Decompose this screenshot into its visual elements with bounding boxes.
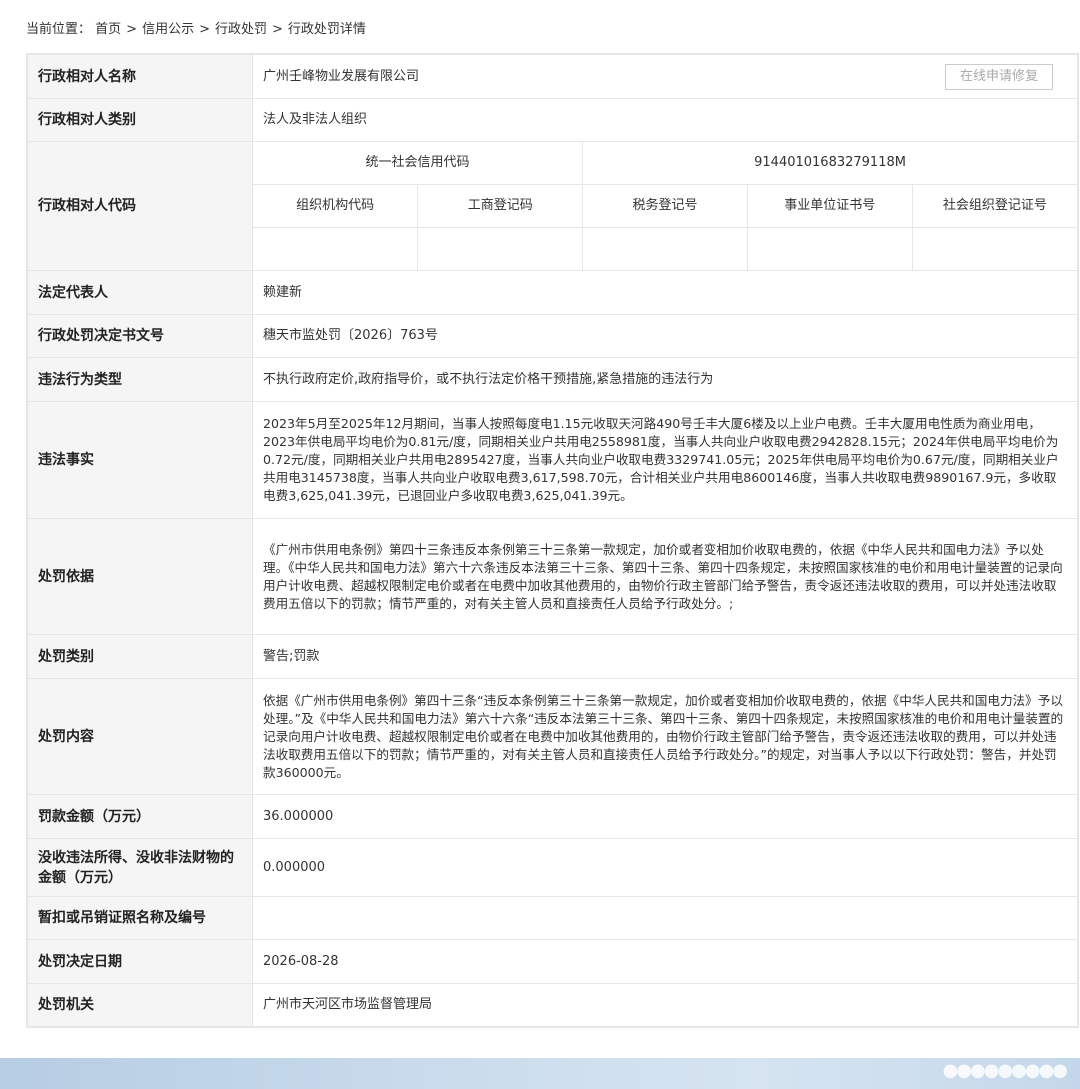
value-penalty-basis: 《广州市供用电条例》第四十三条违反本条例第三十三条第一款规定，加价或者变相加价收… — [252, 518, 1078, 635]
value-fine-amount: 36.000000 — [252, 794, 1078, 839]
value-license-revocation — [252, 896, 1078, 940]
org-code-header: 组织机构代码 — [253, 184, 419, 228]
breadcrumb-current: 行政处罚详情 — [287, 22, 366, 37]
row-party-category: 行政相对人类别 法人及非法人组织 — [27, 98, 1078, 142]
institution-cert-header: 事业单位证书号 — [746, 184, 913, 228]
business-reg-value — [417, 227, 584, 270]
row-fine-amount: 罚款金额（万元） 36.000000 — [27, 794, 1078, 839]
label-license-revocation: 暂扣或吊销证照名称及编号 — [27, 896, 253, 940]
row-penalty-category: 处罚类别 警告;罚款 — [27, 634, 1078, 679]
breadcrumb-separator: > — [272, 22, 283, 37]
label-fine-amount: 罚款金额（万元） — [27, 794, 253, 839]
row-legal-representative: 法定代表人 赖建新 — [27, 270, 1078, 315]
breadcrumb-separator: > — [199, 22, 210, 37]
label-penalty-basis: 处罚依据 — [27, 518, 253, 635]
apply-credit-repair-button[interactable]: 在线申请修复 — [945, 64, 1053, 90]
label-penalty-content: 处罚内容 — [27, 678, 253, 795]
breadcrumb-prefix: 当前位置： — [26, 22, 92, 37]
breadcrumb-credit-publicity[interactable]: 信用公示 — [142, 22, 194, 37]
row-penalty-content: 处罚内容 依据《广州市供用电条例》第四十三条“违反本条例第三十三条第一款规定，加… — [27, 678, 1078, 795]
org-code-value — [253, 227, 419, 270]
label-party-name: 行政相对人名称 — [27, 54, 253, 99]
label-violation-facts: 违法事实 — [27, 401, 253, 519]
tax-reg-header: 税务登记号 — [582, 184, 748, 228]
row-penalty-basis: 处罚依据 《广州市供用电条例》第四十三条违反本条例第三十三条第一款规定，加价或者… — [27, 518, 1078, 635]
credit-code-label: 统一社会信用代码 — [253, 142, 584, 185]
row-violation-type: 违法行为类型 不执行政府定价,政府指导价，或不执行法定价格干预措施,紧急措施的违… — [27, 357, 1078, 402]
value-violation-type: 不执行政府定价,政府指导价，或不执行法定价格干预措施,紧急措施的违法行为 — [252, 357, 1078, 402]
label-decision-date: 处罚决定日期 — [27, 939, 253, 984]
value-violation-facts: 2023年5月至2025年12月期间，当事人按照每度电1.15元收取天河路490… — [252, 401, 1078, 519]
institution-cert-value — [746, 227, 913, 270]
row-violation-facts: 违法事实 2023年5月至2025年12月期间，当事人按照每度电1.15元收取天… — [27, 401, 1078, 519]
label-decision-number: 行政处罚决定书文号 — [27, 314, 253, 358]
social-org-reg-value — [911, 227, 1077, 270]
label-violation-type: 违法行为类型 — [27, 357, 253, 402]
row-party-name: 行政相对人名称 广州壬峰物业发展有限公司 在线申请修复 — [27, 54, 1078, 99]
code-subtable: 统一社会信用代码 91440101683279118M 组织机构代码 工商登记码… — [253, 142, 1077, 270]
value-penalty-authority: 广州市天河区市场监督管理局 — [252, 983, 1078, 1027]
tax-reg-value — [582, 227, 748, 270]
breadcrumb-administrative-penalty[interactable]: 行政处罚 — [215, 22, 267, 37]
label-party-category: 行政相对人类别 — [27, 98, 253, 142]
label-penalty-category: 处罚类别 — [27, 634, 253, 679]
value-decision-number: 穗天市监处罚〔2026〕763号 — [252, 314, 1078, 358]
value-penalty-category: 警告;罚款 — [252, 634, 1078, 679]
label-legal-representative: 法定代表人 — [27, 270, 253, 315]
value-confiscation-amount: 0.000000 — [252, 838, 1078, 897]
label-penalty-authority: 处罚机关 — [27, 983, 253, 1027]
row-license-revocation: 暂扣或吊销证照名称及编号 — [27, 896, 1078, 940]
row-decision-number: 行政处罚决定书文号 穗天市监处罚〔2026〕763号 — [27, 314, 1078, 358]
row-penalty-authority: 处罚机关 广州市天河区市场监督管理局 — [27, 983, 1078, 1027]
breadcrumb-separator: > — [126, 22, 138, 37]
value-legal-representative: 赖建新 — [252, 270, 1078, 315]
row-confiscation-amount: 没收违法所得、没收非法财物的金额（万元） 0.000000 — [27, 838, 1078, 897]
row-decision-date: 处罚决定日期 2026-08-28 — [27, 939, 1078, 984]
watermark-dots-icon: ●●●●●●●●● — [942, 1059, 1068, 1081]
social-org-reg-header: 社会组织登记证号 — [911, 184, 1077, 228]
label-confiscation-amount: 没收违法所得、没收非法财物的金额（万元） — [27, 838, 253, 897]
value-party-category: 法人及非法人组织 — [252, 98, 1078, 142]
penalty-detail-table: 行政相对人名称 广州壬峰物业发展有限公司 在线申请修复 行政相对人类别 法人及非… — [26, 53, 1079, 1028]
breadcrumb: 当前位置： 首页 > 信用公示 > 行政处罚 > 行政处罚详情 — [26, 18, 366, 37]
label-party-code: 行政相对人代码 — [27, 141, 253, 271]
value-penalty-content: 依据《广州市供用电条例》第四十三条“违反本条例第三十三条第一款规定，加价或者变相… — [252, 678, 1078, 795]
credit-code-value: 91440101683279118M — [582, 142, 1077, 185]
row-party-code: 行政相对人代码 统一社会信用代码 91440101683279118M 组织机构… — [27, 141, 1078, 271]
value-decision-date: 2026-08-28 — [252, 939, 1078, 984]
business-reg-header: 工商登记码 — [417, 184, 584, 228]
value-party-name: 广州壬峰物业发展有限公司 — [263, 68, 420, 84]
breadcrumb-home[interactable]: 首页 — [95, 22, 121, 37]
